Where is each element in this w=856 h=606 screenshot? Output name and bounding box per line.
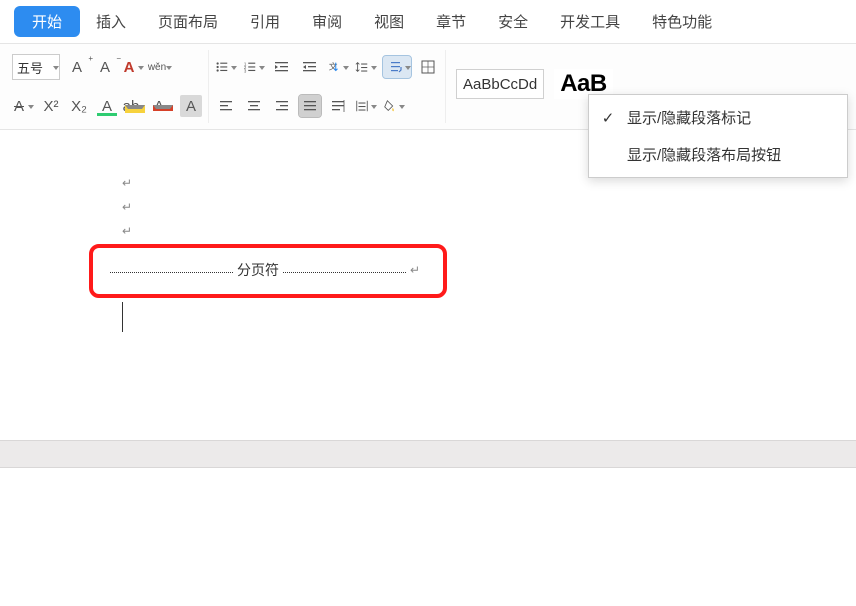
font-color-icon[interactable]: A [152, 95, 174, 117]
align-justify-icon[interactable] [299, 95, 321, 117]
font-size-value: 五号 [17, 58, 43, 77]
paragraph-marks-menu: ✓ 显示/隐藏段落标记 显示/隐藏段落布局按钮 [588, 94, 848, 178]
char-shading-icon[interactable]: A [180, 95, 202, 117]
menu-item-1-label: 显示/隐藏段落标记 [627, 107, 751, 128]
font-group: 五号 A+ A− A wěn A X² X₂ A ab A A [6, 50, 209, 123]
text-cursor [122, 302, 123, 332]
tab-page-layout[interactable]: 页面布局 [142, 6, 234, 37]
menu-item-2-label: 显示/隐藏段落布局按钮 [627, 144, 781, 165]
main-tab-bar: 开始 插入 页面布局 引用 审阅 视图 章节 安全 开发工具 特色功能 [0, 0, 856, 44]
borders-icon[interactable] [417, 56, 439, 78]
superscript-icon[interactable]: X² [40, 95, 62, 117]
bullet-list-icon[interactable] [215, 56, 237, 78]
paragraph-mark-icon: ↵ [406, 263, 420, 278]
line-spacing-icon[interactable] [355, 56, 377, 78]
decrease-indent-icon[interactable] [271, 56, 293, 78]
text-effects-icon[interactable]: A [96, 95, 118, 117]
tab-reference[interactable]: 引用 [234, 6, 296, 37]
page-gap [0, 440, 856, 468]
align-left-icon[interactable] [215, 95, 237, 117]
document-canvas[interactable]: ↵ ↵ ↵ 分页符 ↵ [0, 140, 856, 606]
numbered-list-icon[interactable]: 123 [243, 56, 265, 78]
grow-font-icon[interactable]: A+ [66, 56, 88, 78]
paragraph-mark-icon: ↵ [122, 176, 132, 191]
tab-chapter[interactable]: 章节 [420, 6, 482, 37]
tab-devtools[interactable]: 开发工具 [544, 6, 636, 37]
indent-distributed-icon[interactable] [355, 95, 377, 117]
menu-toggle-paragraph-layout-button[interactable]: 显示/隐藏段落布局按钮 [589, 136, 847, 173]
paragraph-marks-icon[interactable] [383, 56, 411, 78]
shrink-font-icon[interactable]: A− [94, 56, 116, 78]
subscript-icon[interactable]: X₂ [68, 95, 90, 117]
page-break-label: 分页符 [233, 260, 283, 280]
font-size-combo[interactable]: 五号 [12, 54, 60, 80]
menu-toggle-paragraph-marks[interactable]: ✓ 显示/隐藏段落标记 [589, 99, 847, 136]
tab-review[interactable]: 审阅 [296, 6, 358, 37]
tab-home[interactable]: 开始 [14, 6, 80, 37]
tab-security[interactable]: 安全 [482, 6, 544, 37]
dotted-line-left [110, 267, 233, 273]
paragraph-group: 123 文 [209, 50, 446, 123]
paragraph-mark-icon: ↵ [122, 200, 132, 215]
increase-indent-icon[interactable] [299, 56, 321, 78]
pinyin-guide-icon[interactable]: wěn [150, 56, 172, 78]
clear-format-icon[interactable]: A [122, 56, 144, 78]
align-center-icon[interactable] [243, 95, 265, 117]
fill-color-icon[interactable] [383, 95, 405, 117]
check-icon: ✓ [599, 109, 617, 127]
tab-view[interactable]: 视图 [358, 6, 420, 37]
tab-insert[interactable]: 插入 [80, 6, 142, 37]
strikethrough-icon[interactable]: A [12, 95, 34, 117]
dotted-line-right [283, 267, 406, 273]
paragraph-mark-icon: ↵ [122, 224, 132, 239]
style-normal-label: AaBbCcDd [463, 76, 537, 93]
text-direction-icon[interactable]: 文 [327, 56, 349, 78]
tab-special[interactable]: 特色功能 [636, 6, 728, 37]
align-right-icon[interactable] [271, 95, 293, 117]
page-break-indicator: 分页符 ↵ [110, 260, 420, 280]
svg-text:3: 3 [244, 68, 247, 73]
highlight-icon[interactable]: ab [124, 95, 146, 117]
style-normal[interactable]: AaBbCcDd [456, 69, 544, 99]
distribute-icon[interactable] [327, 95, 349, 117]
